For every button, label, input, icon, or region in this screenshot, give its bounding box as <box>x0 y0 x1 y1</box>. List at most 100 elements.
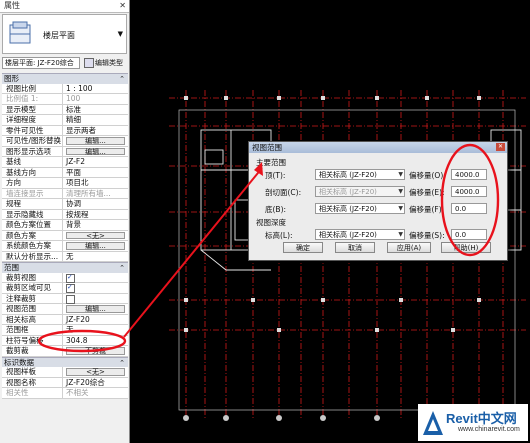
type-name: 楼层平面 <box>43 31 75 40</box>
property-name: 系统颜色方案 <box>2 241 63 251</box>
property-edit-button[interactable]: 编辑... <box>66 137 125 145</box>
property-value[interactable]: JZ-F20 <box>63 315 128 325</box>
property-row: 详细程度 精细 <box>2 115 128 126</box>
property-value[interactable]: 标准 <box>63 105 128 115</box>
property-row: 系统颜色方案 编辑... <box>2 241 128 252</box>
property-value[interactable]: 304.8 <box>63 336 128 346</box>
chevron-down-icon: ▼ <box>398 205 403 212</box>
view-depth-level-select[interactable]: 相关标高 (JZ-F20) ▼ <box>315 229 405 240</box>
properties-grid: 图形 ⌃ 视图比例 1 : 100 比例值 1: 100 显示模型 标准 详细程度 精细 零件可见性… <box>2 73 128 399</box>
property-row: 柱符号偏移 304.8 <box>2 335 128 346</box>
property-name: 颜色方案 <box>2 230 63 240</box>
property-name: 详细程度 <box>2 115 63 125</box>
bottom-label: 底(B): <box>265 205 287 214</box>
bottom-offset-input[interactable]: 0.0 <box>451 203 487 214</box>
property-name: 显示模型 <box>2 104 63 114</box>
property-name: 基线方向 <box>2 167 63 177</box>
property-row: 相关标高 JZ-F20 <box>2 314 128 325</box>
view-range-dialog: 视图范围 ✕ 主要范围 顶(T): 相关标高 (JZ-F20) ▼ 偏移量(O):… <box>248 141 508 261</box>
edit-type-icon <box>84 58 94 68</box>
cancel-button[interactable]: 取消 <box>335 242 375 253</box>
property-row: 比例值 1: 100 <box>2 94 128 105</box>
property-name: 裁剪视图 <box>2 272 63 282</box>
chevron-down-icon[interactable]: ▼ <box>118 30 123 38</box>
property-value: 清理所有墙... <box>66 188 111 198</box>
view-depth-offset-input[interactable]: 0.0 <box>451 229 487 240</box>
property-name: 图形显示选项 <box>2 146 63 156</box>
property-row: 裁剪视图 <box>2 272 128 283</box>
section-header[interactable]: 标识数据 ⌃ <box>2 356 128 368</box>
property-value[interactable]: 显示两者 <box>63 126 128 136</box>
chevron-up-icon[interactable]: ⌃ <box>119 74 125 84</box>
property-name: 零件可见性 <box>2 125 63 135</box>
level-label: 标高(L): <box>265 231 293 240</box>
property-value[interactable]: 精细 <box>63 115 128 125</box>
help-button[interactable]: 帮助(H) <box>441 242 491 253</box>
property-name: 比例值 1: <box>2 94 63 104</box>
property-edit-button[interactable]: <无> <box>66 368 125 376</box>
primary-range-label: 主要范围 <box>256 158 286 167</box>
chevron-up-icon[interactable]: ⌃ <box>119 263 125 273</box>
property-row: 默认分析显示... 无 <box>2 251 128 262</box>
property-value: 不相关 <box>66 388 89 397</box>
property-value[interactable]: 背景 <box>63 220 128 230</box>
instance-selector[interactable]: 楼层平面: JZ-F20综合 <box>2 57 80 69</box>
property-value[interactable]: 项目北 <box>63 178 128 188</box>
property-name: 截剪裁 <box>2 346 63 356</box>
property-edit-button[interactable]: 不剪裁 <box>66 347 125 355</box>
property-value[interactable]: 无 <box>63 325 128 335</box>
property-value[interactable]: JZ-F20综合 <box>63 378 128 388</box>
watermark: Revit中文网 www.chinarevit.com <box>418 404 528 441</box>
property-row: 显示隐藏线 按规程 <box>2 209 128 220</box>
dialog-title-bar: 视图范围 ✕ <box>249 142 507 153</box>
property-row: 零件可见性 显示两者 <box>2 125 128 136</box>
property-value[interactable]: 按规程 <box>63 210 128 220</box>
property-edit-button[interactable]: 编辑... <box>66 305 125 313</box>
bottom-level-select[interactable]: 相关标高 (JZ-F20) ▼ <box>315 203 405 214</box>
property-row: 显示模型 标准 <box>2 104 128 115</box>
top-offset-label: 偏移量(O): <box>409 171 446 180</box>
dialog-title: 视图范围 <box>252 143 282 152</box>
cut-plane-offset-input[interactable]: 4000.0 <box>451 186 487 197</box>
section-title: 标识数据 <box>4 357 34 367</box>
property-row: 视图样板 <无> <box>2 367 128 378</box>
property-row: 墙连接显示 清理所有墙... <box>2 188 128 199</box>
property-edit-button[interactable]: 编辑... <box>66 147 125 155</box>
property-row: 视图范围 编辑... <box>2 304 128 315</box>
watermark-brand: Revit中文网 <box>446 411 517 426</box>
cut-plane-level-select[interactable]: 相关标高 (JZ-F20) ▼ <box>315 186 405 197</box>
edit-type-button[interactable]: 编辑类型 <box>84 57 126 69</box>
property-name: 可见性/图形替换 <box>2 136 63 146</box>
close-icon[interactable]: ✕ <box>496 143 505 151</box>
ok-button[interactable]: 确定 <box>283 242 323 253</box>
property-row: 可见性/图形替换 编辑... <box>2 136 128 147</box>
property-row: 规程 协调 <box>2 199 128 210</box>
property-row: 相关性 不相关 <box>2 388 128 399</box>
property-value[interactable]: 协调 <box>63 199 128 209</box>
property-edit-button[interactable]: <无> <box>66 231 125 239</box>
close-icon[interactable]: ✕ <box>119 0 126 12</box>
property-name: 视图名称 <box>2 377 63 387</box>
cut-plane-offset-label: 偏移量(E): <box>409 188 445 197</box>
top-level-select[interactable]: 相关标高 (JZ-F20) ▼ <box>315 169 405 180</box>
property-value[interactable]: JZ-F2 <box>63 157 128 167</box>
chevron-up-icon[interactable]: ⌃ <box>119 358 125 368</box>
property-checkbox[interactable] <box>66 294 75 304</box>
property-name: 视图样板 <box>2 367 63 377</box>
bottom-offset-label: 偏移量(F): <box>409 205 445 214</box>
property-checkbox[interactable] <box>66 282 75 293</box>
cut-plane-label: 剖切面(C): <box>265 188 302 197</box>
top-offset-input[interactable]: 4000.0 <box>451 169 487 180</box>
property-row: 裁剪区域可见 <box>2 282 128 294</box>
property-name: 默认分析显示... <box>2 251 63 261</box>
property-value[interactable]: 平面 <box>63 168 128 178</box>
type-selector[interactable]: 楼层平面 ▼ <box>2 14 127 54</box>
property-row: 颜色方案位置 背景 <box>2 220 128 231</box>
apply-button[interactable]: 应用(A) <box>387 242 431 253</box>
section-header[interactable]: 范围 ⌃ <box>2 262 128 273</box>
property-edit-button[interactable]: 编辑... <box>66 242 125 250</box>
property-value[interactable]: 无 <box>63 252 128 262</box>
property-value[interactable]: 1 : 100 <box>63 84 128 94</box>
section-header[interactable]: 图形 ⌃ <box>2 73 128 84</box>
chevron-down-icon: ▼ <box>398 231 403 238</box>
